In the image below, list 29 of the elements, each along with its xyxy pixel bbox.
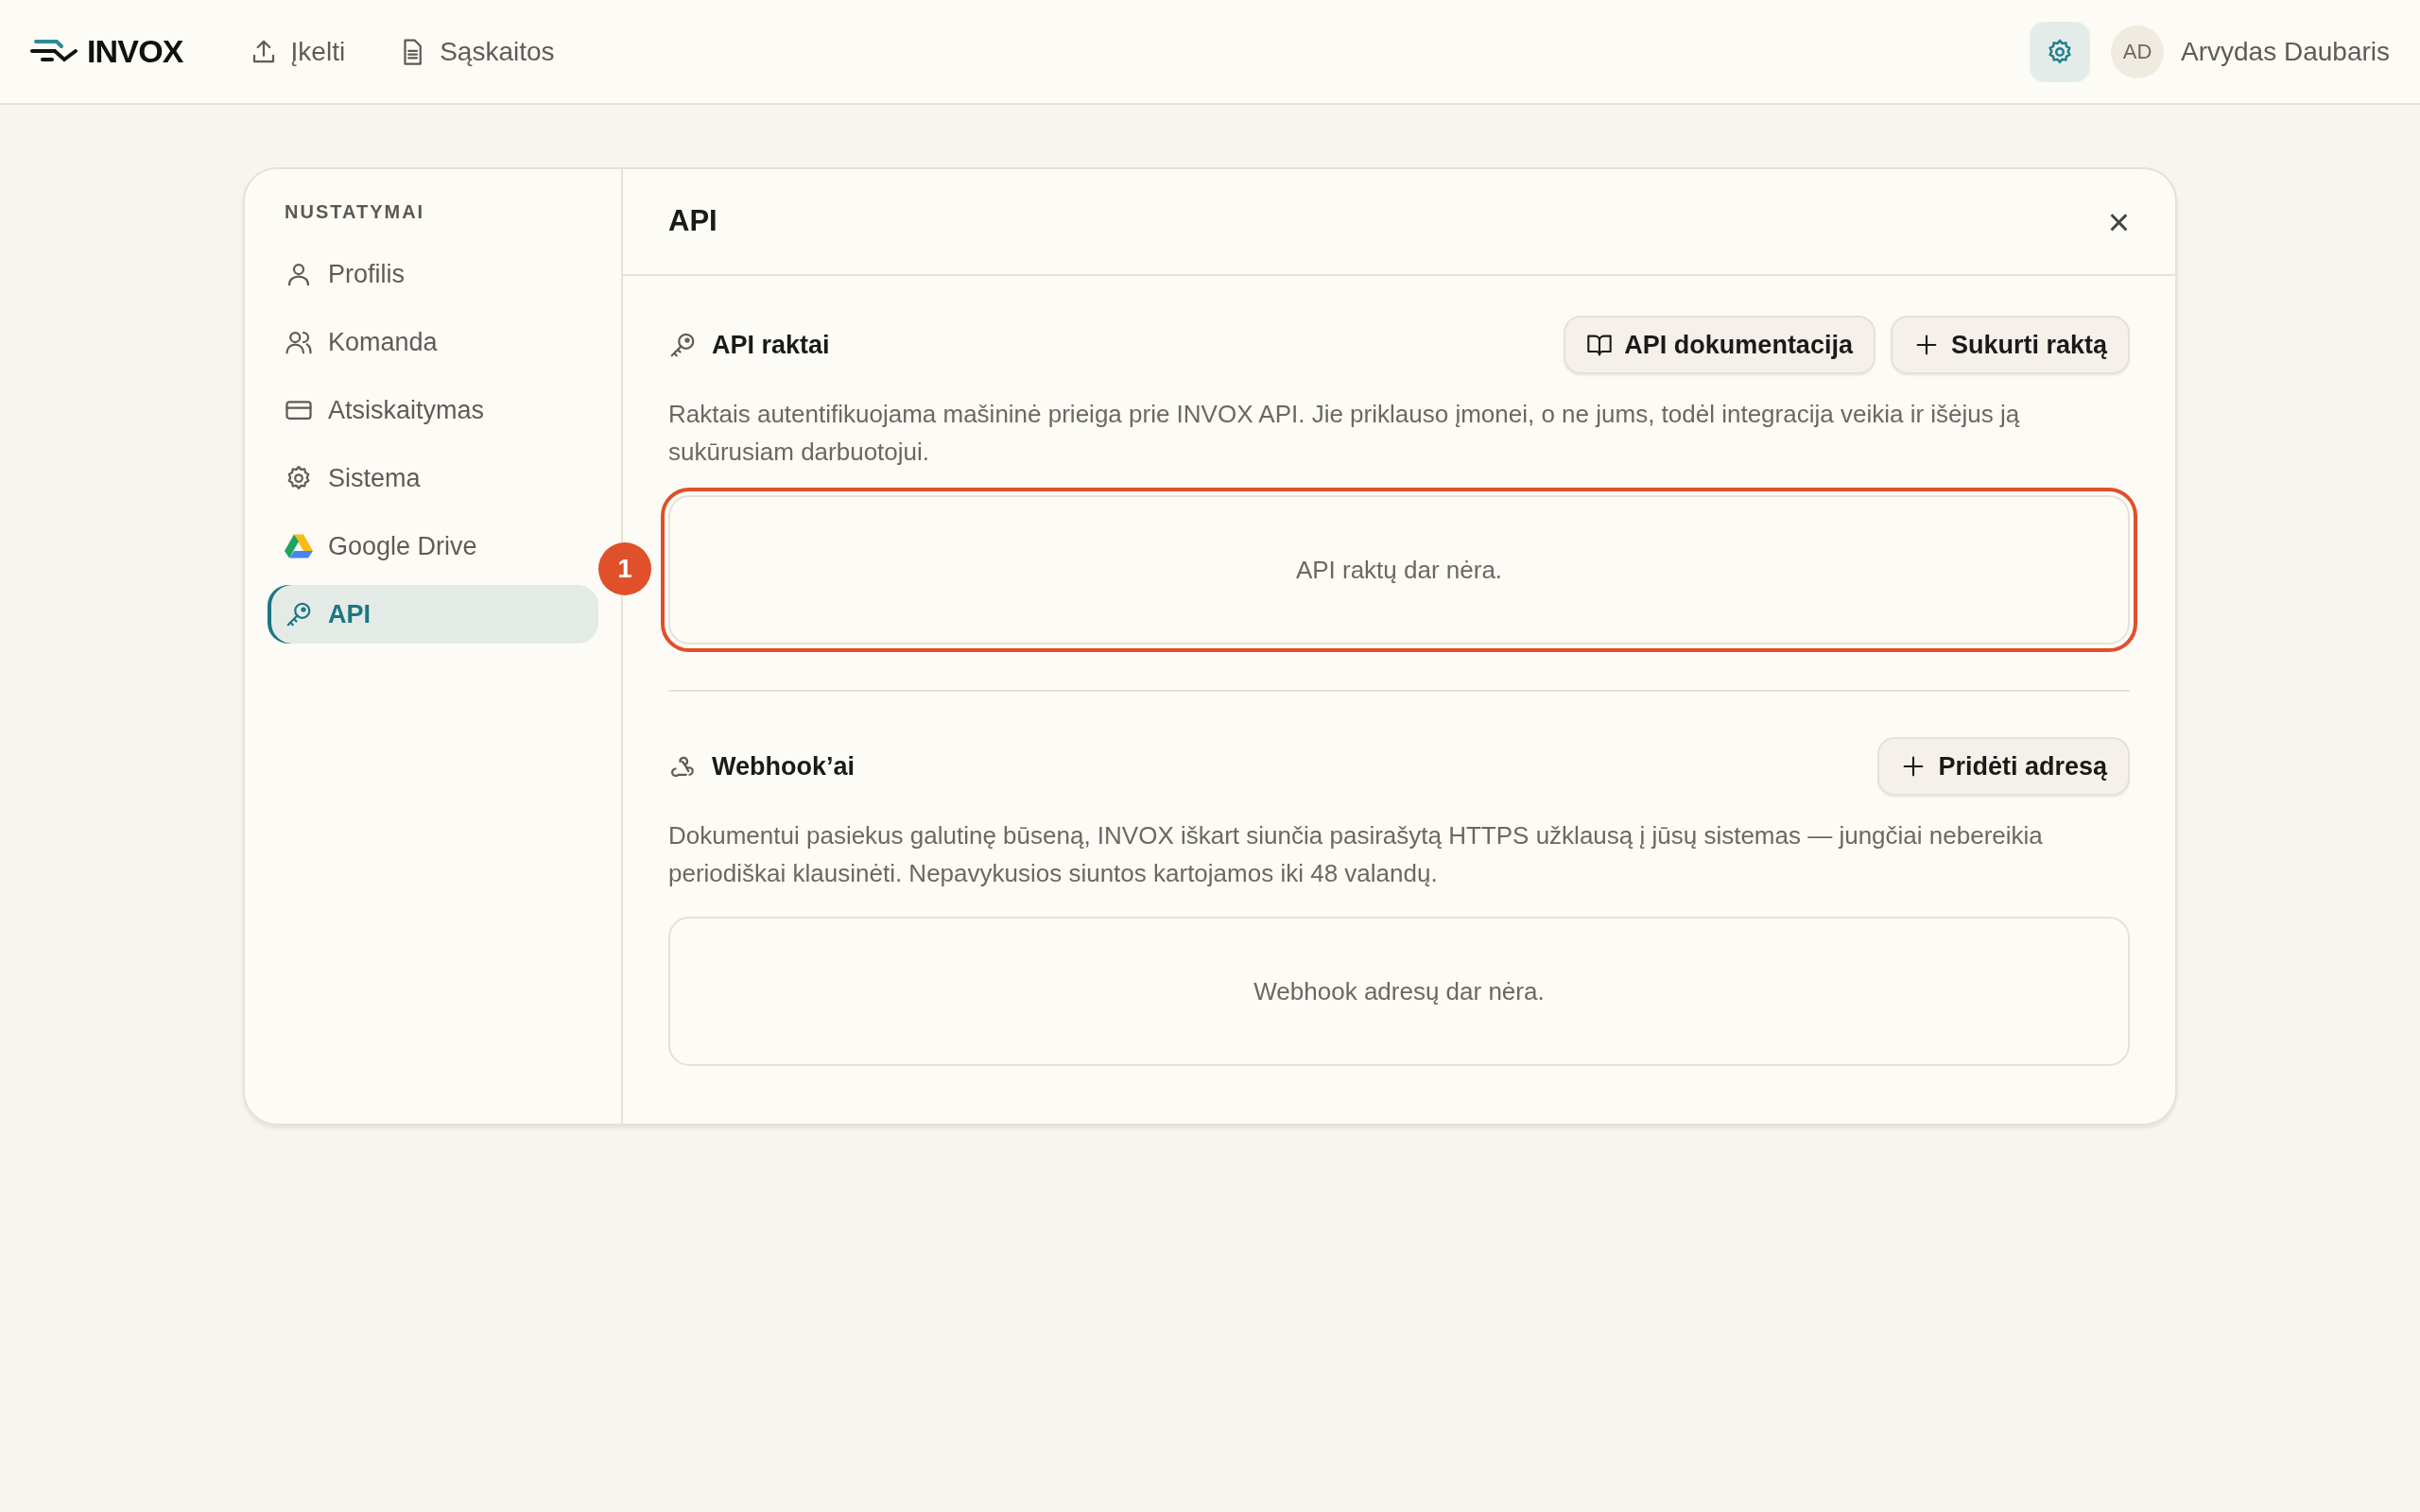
nav-link[interactable]: Įkelti	[249, 31, 346, 72]
close-button[interactable]: ×	[2107, 202, 2130, 241]
key-icon	[285, 600, 313, 628]
section-description: Dokumentui pasiekus galutinę būseną, INVOX iškart siunčia pasirašytą HTTPS užklausą į jūsų sistemas — jungčiai nebereikia periodiškai klausinėti. Nepavykusios siuntos kartojamos iki 48 valandų.	[668, 820, 2044, 889]
user-avatar[interactable]: AD	[2111, 25, 2164, 78]
logo-text: INVOX	[87, 32, 183, 71]
sidebar-heading: NUSTATYMAI	[284, 200, 426, 224]
action-button[interactable]: Pridėti adresą	[1877, 737, 2130, 796]
empty-state-text: Webhook adresų dar nėra.	[1253, 975, 1545, 1007]
key-icon	[668, 331, 697, 359]
annotation-badge: 1	[598, 542, 651, 595]
sidebar-item[interactable]: Atsiskaitymas	[268, 381, 598, 439]
sidebar-item[interactable]: Sistema	[268, 449, 598, 507]
empty-state-text: API raktų dar nėra.	[1295, 554, 1503, 586]
nav-link[interactable]: Sąskaitos	[398, 31, 555, 72]
settings-icon	[2046, 37, 2074, 66]
sidebar-item[interactable]: Profilis	[268, 245, 598, 303]
settings-button[interactable]	[2030, 21, 2090, 82]
section-description: Raktais autentifikuojama mašininė prieiga prie INVOX API. Jie priklauso įmonei, o ne jums, todėl integracija veikia ir išėjus ją sukūrusiam darbuotojui.	[668, 399, 2021, 468]
sidebar-item[interactable]: Komanda	[268, 313, 598, 371]
action-button[interactable]: Sukurti raktą	[1890, 316, 2130, 374]
sidebar-item[interactable]: Google Drive	[268, 517, 598, 576]
section-title: API raktai	[712, 329, 830, 361]
sidebar-item[interactable]: API	[268, 585, 598, 644]
user-name[interactable]: Arvydas Daubaris	[2181, 31, 2390, 72]
triangle-icon	[285, 532, 313, 560]
action-button[interactable]: API dokumentacija	[1564, 316, 1876, 374]
section-title: Webhook’ai	[712, 750, 856, 782]
panel-title: API	[668, 203, 717, 240]
